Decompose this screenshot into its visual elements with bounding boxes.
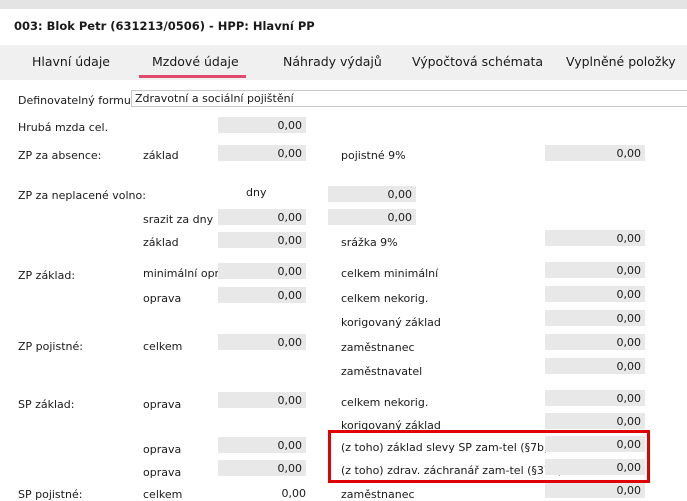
sp-oprava-label: oprava: [143, 398, 182, 411]
zaklad2-value: 0,00: [277, 234, 303, 247]
zp-zamestnanec-value: 0,00: [616, 336, 642, 349]
tab-bar: Hlavní údaje Mzdové údaje Náhrady výdajů…: [0, 45, 687, 80]
sp-sleva-oprava-value: 0,00: [277, 439, 303, 452]
tab-label: Hlavní údaje: [32, 54, 110, 69]
sp-celkem-value[interactable]: 0,00: [218, 487, 307, 500]
zp-zamestnavatel-label: zaměstnavatel: [341, 365, 423, 378]
srazka-value: 0,00: [616, 232, 642, 245]
sp-pojistne-label: SP pojistné:: [18, 488, 83, 501]
zp-zamestnanec-label: zaměstnanec: [341, 341, 415, 354]
zp-absence-label: ZP za absence:: [18, 149, 102, 162]
sp-zachranar-oprava-value: 0,00: [277, 462, 303, 475]
srazit-label: srazit za dny: [143, 213, 214, 226]
celkem-nekorig-value: 0,00: [616, 288, 642, 301]
tab-hlavni-udaje[interactable]: Hlavní údaje: [32, 54, 110, 69]
sp-oprava-value: 0,00: [277, 394, 303, 407]
zp-korig-label: korigovaný základ: [341, 316, 441, 329]
zaklad2-label: základ: [143, 236, 179, 249]
tab-label: Vyplněné položky: [566, 54, 676, 69]
sp-nekorig-value: 0,00: [616, 392, 642, 405]
highlight-box: [328, 430, 650, 483]
minimalni-opr-value: 0,00: [277, 265, 303, 278]
celkem-minimalni-label: celkem minimální: [341, 267, 439, 280]
sp-korig-value: 0,00: [616, 415, 642, 428]
zp-absence-value: 0,00: [277, 147, 303, 160]
tab-label: Náhrady výdajů: [283, 54, 382, 69]
zp-absence-right-label: pojistné 9%: [341, 149, 406, 162]
hruba-mzda-label: Hrubá mzda cel.: [18, 121, 109, 134]
sp-sleva-oprava-label: oprava: [143, 443, 182, 456]
tab-nahrady-vydaju[interactable]: Náhrady výdajů: [283, 54, 382, 69]
zp-zaklad-label: ZP základ:: [18, 269, 76, 282]
tab-vypoctova-schemata[interactable]: Výpočtová schémata: [412, 54, 543, 69]
zp-absence-sub: základ: [143, 149, 179, 162]
zp-celkem-label: celkem: [143, 340, 183, 353]
window-title-bar: 003: Blok Petr (631213/0506) - HPP: Hlav…: [0, 9, 687, 45]
tab-label: Výpočtová schémata: [412, 54, 544, 69]
form-select-value: Zdravotní a sociální pojištění: [135, 92, 294, 105]
sp-zamestnanec-label: zaměstnanec: [341, 488, 415, 501]
tab-label: Mzdové údaje: [152, 54, 239, 69]
dny-label: dny: [246, 186, 267, 199]
minimalni-opr-label: minimální opr.: [143, 267, 222, 280]
tab-vyplnene-polozky[interactable]: Vyplněné položky: [566, 54, 676, 69]
sp-zachranar-oprava-label: oprava: [143, 466, 182, 479]
zp-celkem-value: 0,00: [277, 336, 303, 349]
zp-zamestnavatel-value: 0,00: [616, 360, 642, 373]
zp-oprava-value: 0,00: [277, 289, 303, 302]
hruba-mzda-value: 0,00: [277, 119, 303, 132]
celkem-minimalni-value: 0,00: [616, 264, 642, 277]
sp-nekorig-label: celkem nekorig.: [341, 396, 429, 409]
tab-mzdove-udaje[interactable]: Mzdové údaje: [152, 54, 239, 69]
zp-pojistne-label: ZP pojistné:: [18, 340, 83, 353]
sp-zaklad-label: SP základ:: [18, 398, 75, 411]
srazit-right-value: 0,00: [387, 211, 413, 224]
celkem-nekorig-label: celkem nekorig.: [341, 292, 429, 305]
zp-absence-right-value: 0,00: [616, 147, 642, 160]
active-tab-indicator: [139, 75, 246, 78]
sp-celkem-label: celkem: [143, 488, 183, 501]
form-select[interactable]: Zdravotní a sociální pojištění: [131, 90, 687, 107]
top-strip: [0, 0, 687, 9]
srazka-label: srážka 9%: [341, 236, 398, 249]
srazit-value: 0,00: [277, 211, 303, 224]
zp-korig-value: 0,00: [616, 312, 642, 325]
sp-zamestnanec-value: 0,00: [616, 484, 642, 497]
window-title: 003: Blok Petr (631213/0506) - HPP: Hlav…: [14, 19, 315, 33]
dny-value: 0,00: [387, 188, 413, 201]
form-label: Definovatelný formulář:: [18, 94, 149, 107]
zp-oprava-label: oprava: [143, 292, 182, 305]
zp-neplacene-label: ZP za neplacené volno:: [18, 189, 146, 202]
